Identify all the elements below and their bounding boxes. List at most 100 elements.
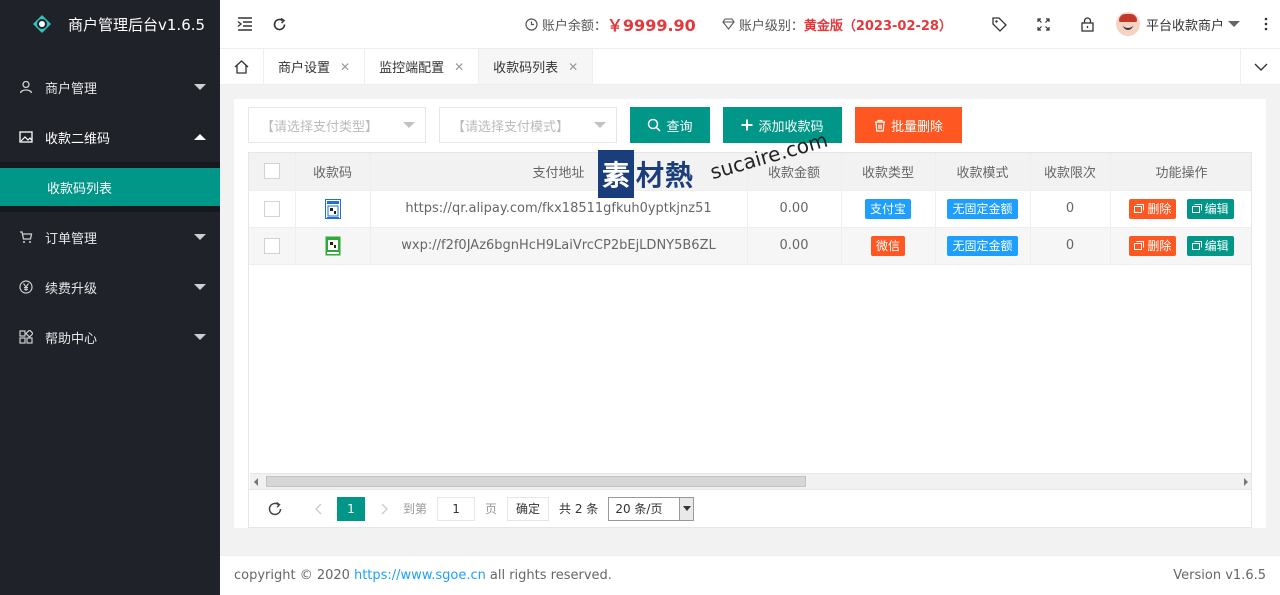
delete-icon <box>1134 241 1145 250</box>
type-cell: 微信 <box>841 227 936 265</box>
chevron-down-icon <box>1254 63 1267 71</box>
copyright-suffix: all rights reserved. <box>489 568 612 583</box>
delete-button[interactable]: 删除 <box>1129 198 1177 219</box>
refresh-button[interactable] <box>262 0 296 48</box>
page-size-select[interactable]: 20 条/页 <box>608 496 695 521</box>
type-badge: 支付宝 <box>864 198 911 219</box>
sidebar-item-merchant[interactable]: 商户管理 <box>0 62 220 112</box>
query-button[interactable]: 查询 <box>630 107 710 143</box>
edit-icon <box>1191 241 1202 250</box>
add-qrcode-button[interactable]: 添加收款码 <box>723 107 842 143</box>
alipay-qrcode-icon[interactable] <box>324 198 341 219</box>
user-icon <box>18 79 34 95</box>
close-icon[interactable]: ✕ <box>340 60 350 74</box>
batch-delete-label: 批量删除 <box>890 119 943 135</box>
edit-icon <box>1191 204 1202 213</box>
fullscreen-button[interactable] <box>1022 0 1066 48</box>
sidebar-item-renew[interactable]: 续费升级 <box>0 262 220 312</box>
tab-home[interactable] <box>220 49 264 84</box>
select-all-checkbox[interactable] <box>263 163 280 180</box>
logo-eye-icon <box>33 15 51 33</box>
chevron-down-icon <box>679 497 694 520</box>
actions-cell: 删除 编辑 <box>1110 227 1251 265</box>
goto-page-input[interactable]: 1 <box>437 496 476 521</box>
pager-refresh-button[interactable] <box>267 501 283 517</box>
chevron-down-icon <box>403 122 415 128</box>
scrollbar-thumb[interactable] <box>266 476 806 487</box>
collapse-menu-button[interactable] <box>228 0 262 48</box>
page-label: 页 <box>485 502 498 516</box>
sidebar-item-help[interactable]: 帮助中心 <box>0 312 220 362</box>
row-checkbox[interactable] <box>263 237 280 254</box>
next-page-button[interactable] <box>373 503 395 515</box>
chevron-down-icon <box>1228 21 1240 27</box>
balance-value: ￥9999.90 <box>606 16 696 35</box>
pay-type-select[interactable]: 【请选择支付类型】 <box>248 107 426 143</box>
goto-confirm-button[interactable]: 确定 <box>507 496 550 521</box>
address-cell: wxp://f2f0JAz6bgnHcH9LaiVrcCP2bEjLDNY5B6… <box>370 227 748 265</box>
table-header-row: 收款码 支付地址 收款金额 收款类型 收款模式 收款限次 功能操作 <box>249 153 1251 191</box>
batch-delete-button[interactable]: 批量删除 <box>855 107 962 143</box>
edit-button[interactable]: 编辑 <box>1186 235 1234 256</box>
chevron-down-icon <box>594 122 606 128</box>
qrcode-table: 收款码 支付地址 收款金额 收款类型 收款模式 收款限次 功能操作 https:… <box>248 152 1252 490</box>
lock-screen-button[interactable] <box>1066 0 1110 48</box>
close-icon[interactable]: ✕ <box>454 60 464 74</box>
pay-mode-placeholder: 【请选择支付模式】 <box>452 119 570 135</box>
more-vertical-icon <box>1264 17 1268 31</box>
sidebar-item-label: 帮助中心 <box>45 331 98 347</box>
wechat-qrcode-icon[interactable] <box>325 236 341 256</box>
close-icon[interactable]: ✕ <box>568 60 578 74</box>
table-row: wxp://f2f0JAz6bgnHcH9LaiVrcCP2bEjLDNY5B6… <box>249 227 1251 265</box>
diamond-icon <box>722 18 735 30</box>
chevron-down-icon <box>194 84 206 90</box>
logo[interactable]: 商户管理后台v1.6.5 <box>0 0 220 48</box>
tab-monitor-config[interactable]: 监控端配置 ✕ <box>365 49 480 84</box>
horizontal-scrollbar[interactable] <box>250 473 1251 489</box>
sidebar-item-qrcode[interactable]: 收款二维码 <box>0 112 220 162</box>
pay-type-placeholder: 【请选择支付类型】 <box>261 119 379 135</box>
delete-icon <box>1134 204 1145 213</box>
scroll-left-icon[interactable] <box>254 478 258 486</box>
type-badge: 微信 <box>870 235 905 256</box>
refresh-icon <box>268 501 282 515</box>
row-checkbox[interactable] <box>263 200 280 217</box>
user-name: 平台收款商户 <box>1145 18 1224 34</box>
tag-button[interactable] <box>978 0 1022 48</box>
sidebar-item-orders[interactable]: 订单管理 <box>0 212 220 262</box>
page-number-current[interactable]: 1 <box>337 496 365 521</box>
more-options-button[interactable] <box>1252 0 1280 48</box>
sidebar-item-label: 商户管理 <box>45 81 98 97</box>
tab-merchant-settings[interactable]: 商户设置 ✕ <box>264 49 366 84</box>
delete-button[interactable]: 删除 <box>1129 235 1177 256</box>
scroll-right-icon[interactable] <box>1244 478 1248 486</box>
sidebar-subitem-qrcode-list[interactable]: 收款码列表 <box>0 168 220 206</box>
sidebar-item-label: 收款二维码 <box>45 131 111 147</box>
account-balance: 账户余额： ￥9999.90 <box>525 12 696 36</box>
chevron-down-icon <box>194 234 206 240</box>
tabs-more-button[interactable] <box>1240 49 1280 84</box>
prev-page-button[interactable] <box>307 503 329 515</box>
image-icon <box>18 129 34 145</box>
mode-badge: 无固定金额 <box>947 198 1018 219</box>
version-text: Version v1.6.5 <box>1173 568 1266 583</box>
chevron-down-icon <box>194 284 206 290</box>
home-icon <box>234 59 249 74</box>
edit-label: 编辑 <box>1204 239 1229 253</box>
column-header: 支付地址 <box>370 153 748 191</box>
tab-qrcode-list[interactable]: 收款码列表 ✕ <box>479 49 594 84</box>
header-checkbox-cell <box>249 153 296 191</box>
actions-cell: 删除 编辑 <box>1110 190 1251 228</box>
edit-button[interactable]: 编辑 <box>1186 198 1234 219</box>
goto-label: 到第 <box>403 502 428 516</box>
user-menu[interactable]: 平台收款商户 <box>1110 12 1252 36</box>
mode-cell: 无固定金额 <box>935 190 1031 228</box>
plus-icon <box>741 119 753 131</box>
pay-mode-select[interactable]: 【请选择支付模式】 <box>439 107 617 143</box>
search-icon <box>648 118 662 132</box>
sidebar-submenu: 收款码列表 <box>0 162 220 212</box>
level-value: 黄金版（2023-02-28） <box>803 18 952 34</box>
total-count: 共 2 条 <box>559 502 599 516</box>
table-row: https://qr.alipay.com/fkx18511gfkuh0yptk… <box>249 190 1251 228</box>
footer-link[interactable]: https://www.sgoe.cn <box>354 568 486 583</box>
